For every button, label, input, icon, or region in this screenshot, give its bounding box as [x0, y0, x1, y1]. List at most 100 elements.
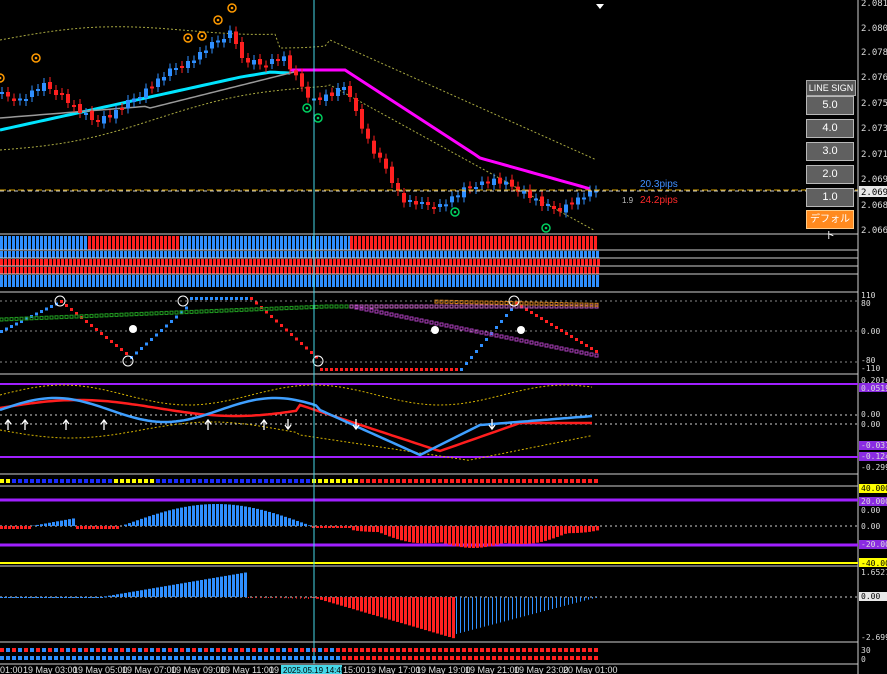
momentum-bar: [36, 597, 39, 598]
strip-bar: [504, 267, 507, 274]
candle-body: [420, 202, 424, 204]
line-sign-button-2[interactable]: 2.0: [806, 165, 854, 184]
momentum-bar: [464, 597, 465, 632]
histogram-bar: [4, 526, 7, 529]
bottom-dot: [330, 656, 334, 660]
strip-bar: [153, 259, 156, 266]
strip-bar: [536, 267, 539, 274]
strip-bar: [364, 275, 367, 287]
strip-bar: [480, 275, 483, 287]
strip-bar: [284, 275, 287, 287]
strip-bar: [537, 259, 540, 266]
oscillator-histogram-panel: 40.0000 20.0000 0.00 0.00 -20.0000 -40.0…: [0, 484, 887, 568]
cci-slow-dot: [249, 307, 254, 312]
time-label-3: 19 May 07:00: [122, 665, 177, 674]
price-tick-7: 2.06990: [861, 175, 887, 185]
histogram-bar: [176, 508, 179, 526]
bottom-dot: [294, 648, 298, 652]
line-sign-button-4[interactable]: 4.0: [806, 119, 854, 138]
candle-body: [480, 181, 484, 185]
bottom-dot: [288, 656, 292, 660]
strip-bar: [574, 236, 577, 250]
strip-bar: [168, 267, 171, 274]
histogram-bar: [248, 507, 251, 526]
cci-slow-dot: [439, 299, 444, 304]
strip-bar: [476, 251, 479, 258]
cci-slow-dot: [444, 304, 449, 309]
cci-slow-dot: [509, 336, 514, 341]
momentum-bar: [324, 597, 327, 602]
cci-slow-dot: [69, 314, 74, 319]
strip-bar: [232, 236, 235, 250]
bottom-dot: [222, 648, 226, 652]
trend-dot: [384, 479, 388, 483]
bottom-dot: [516, 656, 520, 660]
cci-dot: [385, 368, 388, 371]
trend-dot: [336, 479, 340, 483]
bottom-dot: [468, 648, 472, 652]
strip-bar: [12, 267, 15, 274]
strip-bar: [324, 236, 327, 250]
strip-bar: [180, 251, 183, 258]
strip-bar: [504, 251, 507, 258]
bottom-dot: [540, 648, 544, 652]
bottom-dot: [366, 656, 370, 660]
candle-body: [270, 59, 274, 64]
strip-bar: [204, 236, 207, 250]
strip-bar: [136, 275, 139, 287]
trend-dot: [348, 479, 352, 483]
trend-dot: [468, 479, 472, 483]
cci-dot: [240, 297, 243, 300]
cci-dot: [115, 344, 118, 347]
line-sign-button-5[interactable]: 5.0: [806, 96, 854, 115]
strip-bar: [253, 259, 256, 266]
strip-bar: [229, 259, 232, 266]
trend-dot: [96, 479, 100, 483]
cci-slow-dot: [369, 304, 374, 309]
cci-dot: [465, 362, 468, 365]
bottom-dot: [450, 656, 454, 660]
trend-dot: [186, 479, 190, 483]
strip-bar: [109, 259, 112, 266]
strip-bar: [568, 267, 571, 274]
strip-bar: [185, 259, 188, 266]
strip-bar: [340, 236, 343, 250]
bottom-dot: [588, 648, 592, 652]
cci-dot: [50, 305, 53, 308]
bottom-dot: [96, 656, 100, 660]
strip-bar: [248, 251, 251, 258]
cci-slow-dot: [379, 304, 384, 309]
cci-slow-dot: [534, 341, 539, 346]
cci-slow-dot: [104, 313, 109, 318]
strip-bar: [344, 275, 347, 287]
histogram-bar: [456, 526, 459, 547]
trend-dot: [102, 479, 106, 483]
default-button[interactable]: デフォルト: [806, 210, 854, 242]
strip-bar: [248, 267, 251, 274]
candle-body: [324, 94, 328, 101]
momentum-bar: [364, 597, 367, 613]
chart-canvas[interactable]: 20.3pips 1.9 24.2pips 2.08195 2.08025 2.…: [0, 0, 887, 674]
trend-dot: [12, 479, 16, 483]
histogram-bar: [16, 526, 19, 529]
cci-dot: [195, 297, 198, 300]
strip-bar: [276, 236, 279, 250]
strip-bar: [341, 259, 344, 266]
strip-bar: [316, 267, 319, 274]
histogram-bar: [136, 520, 139, 526]
strip-bar: [133, 259, 136, 266]
strip-bar: [281, 259, 284, 266]
strip-bar: [252, 267, 255, 274]
chart-shift-marker[interactable]: [596, 4, 604, 9]
line-sign-button-1[interactable]: 1.0: [806, 188, 854, 207]
candle-body: [294, 70, 298, 76]
macd-arrow: [204, 418, 212, 430]
line-sign-button-3[interactable]: 3.0: [806, 142, 854, 161]
trend-dot: [192, 479, 196, 483]
strip-bar: [568, 251, 571, 258]
cci-dot: [500, 320, 503, 323]
strip-bar: [212, 267, 215, 274]
price-panel[interactable]: 20.3pips 1.9 24.2pips: [0, 3, 858, 233]
strip-bar: [372, 267, 375, 274]
strip-bar: [460, 275, 463, 287]
